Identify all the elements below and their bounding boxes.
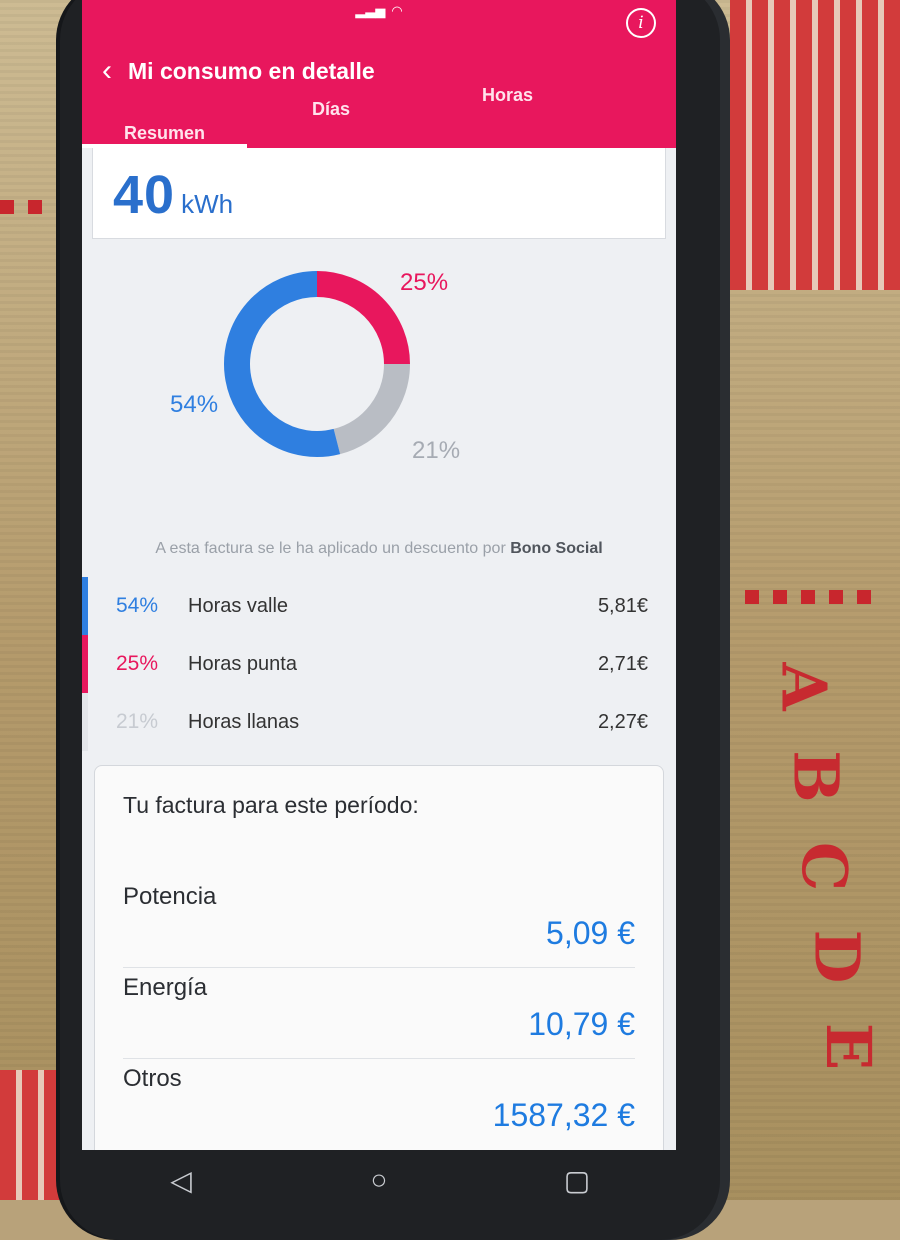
row-label: Horas llanas [188,710,300,733]
tab-resumen[interactable]: Resumen [124,123,205,144]
breakdown-row-llanas[interactable]: 21% Horas llanas 2,27€ [82,693,676,751]
donut-svg [224,271,410,457]
chevron-left-icon[interactable]: ‹ [102,56,112,86]
signal-icon: ▂▃▅ [355,3,386,18]
breakdown-list: 54% Horas valle 5,81€ 25% Horas punta 2,… [82,577,676,751]
discount-note-bold: Bono Social [510,540,603,557]
row-percent: 21% [116,710,159,733]
cloth-letter: C [788,841,862,892]
donut-slice-horas-llanas [333,363,410,455]
bill-item-energia: Energía 10,79 € [123,968,635,1059]
tab-dias[interactable]: Días [312,99,350,120]
cloth-red-pattern [730,0,900,290]
donut-label-llanas: 21% [412,437,461,464]
app-screen: ▂▃▅ ◠ i ‹ Mi consumo en detalle Resumen … [82,0,676,1150]
tab-horas[interactable]: Horas [482,85,533,106]
bill-item-value: 10,79 € [528,1006,635,1042]
tab-bar: Resumen Días Horas [82,85,676,148]
donut-slice-horas-valle [224,271,341,457]
row-label: Horas valle [188,594,289,617]
title-row: ‹ Mi consumo en detalle [102,56,375,86]
triangle-back-icon[interactable]: ◁ [151,1164,211,1197]
wifi-icon: ◠ [391,3,403,18]
row-color-bar [82,577,88,635]
square-recent-icon[interactable]: ▢ [547,1164,607,1197]
page-title: Mi consumo en detalle [128,57,375,84]
status-bar: ▂▃▅ ◠ [82,0,676,22]
consumption-summary-card: 40 kWh [92,148,666,239]
bill-item-value: 5,09 € [546,915,635,951]
breakdown-row-punta[interactable]: 25% Horas punta 2,71€ [82,635,676,693]
bill-item-value: 1587,32 € [492,1097,635,1133]
discount-note: A esta factura se le ha aplicado un desc… [122,537,636,561]
cloth-letter: D [800,929,874,984]
circle-home-icon[interactable]: ○ [349,1164,409,1196]
info-icon[interactable]: i [626,8,656,38]
row-color-bar [82,693,88,751]
discount-note-text: A esta factura se le ha aplicado un desc… [155,540,511,557]
row-value: 2,27€ [597,710,648,733]
row-label: Horas punta [188,652,297,675]
row-percent: 54% [116,594,159,617]
cloth-letter: E [812,1022,886,1071]
bill-item-otros: Otros 1587,32 € [123,1059,635,1149]
bill-title: Tu factura para este período: [123,792,419,818]
breakdown-row-valle[interactable]: 54% Horas valle 5,81€ [82,577,676,635]
donut-label-valle: 54% [170,391,219,418]
cloth-letter: B [779,750,853,803]
cloth-red-pattern [0,1070,60,1200]
row-color-bar [82,635,88,693]
consumption-value: 40 [113,165,176,225]
cloth-letter: A [767,662,841,711]
consumption-unit: kWh [181,189,234,219]
row-value: 2,71€ [597,652,648,675]
row-value: 5,81€ [597,594,648,617]
consumption-total: 40 kWh [113,164,233,226]
row-percent: 25% [116,652,159,675]
stitch-decoration [745,590,871,604]
consumption-donut-chart: 54% 25% 21% [82,239,676,529]
bill-item-label: Potencia [123,883,217,910]
app-header: i ‹ Mi consumo en detalle Resumen Días H… [82,8,676,148]
bill-item-potencia: Potencia 5,09 € [123,877,635,968]
system-nav-bar: ◁ ○ ▢ [82,1150,676,1210]
bill-item-label: Otros [123,1065,182,1092]
donut-label-punta: 25% [400,269,449,296]
bill-card: Tu factura para este período: Potencia 5… [94,765,664,1150]
bill-item-label: Energía [123,974,208,1001]
donut-slice-horas-punta [316,271,410,365]
